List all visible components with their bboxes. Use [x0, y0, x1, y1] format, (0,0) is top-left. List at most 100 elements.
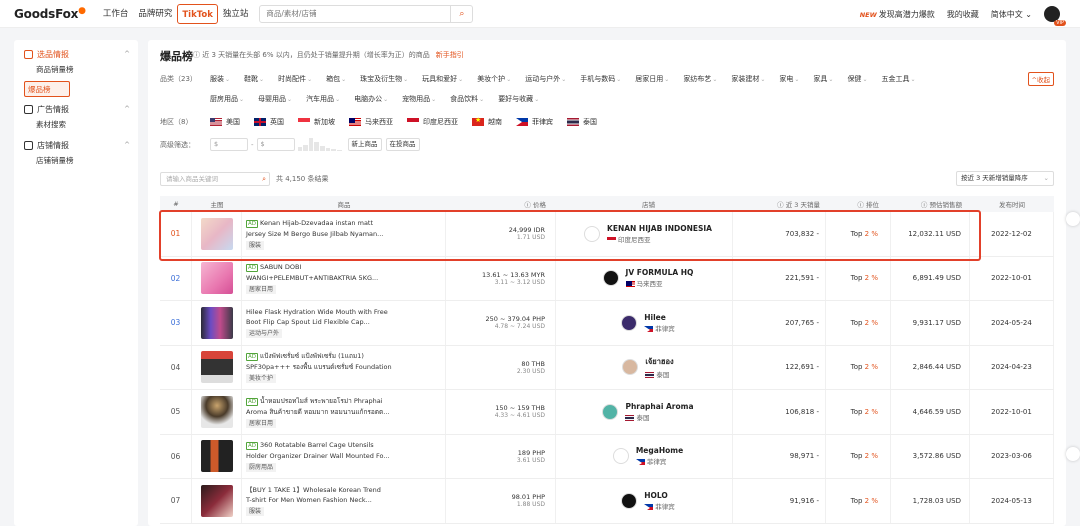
category-option[interactable]: 电脑办公⌄ — [354, 94, 388, 104]
region-option[interactable]: 美国 — [210, 117, 240, 127]
sort-select[interactable]: 按近 3 天新增销量降序 ⌄ — [956, 171, 1054, 186]
category-option[interactable]: 美妆个护⌄ — [477, 74, 511, 84]
product-cell[interactable]: AD น้ำหอมปรอทไมส์ พระพายอโรม่า Phraphai Ar… — [242, 390, 446, 434]
category-option[interactable]: 鞋靴⌄ — [244, 74, 264, 84]
category-option[interactable]: 箱包⌄ — [326, 74, 346, 84]
new-products-chip[interactable]: 新上商品 — [347, 138, 382, 151]
product-thumbnail[interactable] — [200, 484, 233, 517]
sidebar-item-hot-products[interactable]: 爆品榜 — [24, 81, 70, 97]
category-option[interactable]: 运动与户外⌄ — [525, 74, 566, 84]
shop-cell[interactable]: MegaHome 菲律宾 — [556, 434, 733, 478]
price-min-input[interactable]: $ — [210, 138, 248, 151]
shop-cell[interactable]: HOLO 菲律宾 — [556, 479, 733, 523]
category-option[interactable]: 玩具和爱好⌄ — [422, 74, 463, 84]
category-option[interactable]: 汽车用品⌄ — [306, 94, 340, 104]
category-option[interactable]: 手机与数码⌄ — [580, 74, 621, 84]
goodsfox-logo[interactable]: GoodsFox● — [14, 6, 86, 21]
table-row[interactable]: 05 AD น้ำหอมปรอทไมส์ พระพายอโรม่า Phraphai… — [160, 390, 1054, 435]
sidebar-head-ad-intel[interactable]: 广告情报 ^ — [14, 101, 138, 117]
category-option-label: 家具 — [813, 75, 828, 83]
product-thumbnail[interactable] — [200, 351, 233, 384]
sidebar-item-creative-search[interactable]: 素材搜索 — [14, 117, 138, 133]
category-option[interactable]: 要好与收藏⌄ — [498, 94, 539, 104]
chevron-down-icon: ⌄ — [341, 76, 347, 83]
shop-cell[interactable]: เจ้ยาฮอง 泰国 — [556, 345, 733, 389]
sidebar-head-product-intel[interactable]: 选品情报 ^ — [14, 46, 138, 62]
shop-cell[interactable]: KENAN HIJAB INDONESIA 印度尼西亚 — [556, 212, 733, 256]
avatar[interactable]: VIP — [1044, 6, 1066, 26]
category-option[interactable]: 保健⌄ — [847, 74, 867, 84]
sidebar-item-product-sales[interactable]: 商品销量榜 — [14, 62, 138, 78]
region-option[interactable]: 泰国 — [567, 117, 597, 127]
category-option[interactable]: 家装建材⌄ — [731, 74, 765, 84]
region-option[interactable]: 新加坡 — [298, 117, 335, 127]
sg-flag-icon — [298, 118, 310, 126]
region-option[interactable]: 越南 — [472, 116, 502, 127]
category-option[interactable]: 时尚配件⌄ — [278, 74, 312, 84]
category-option[interactable]: 厨房用品⌄ — [210, 94, 244, 104]
category-option[interactable]: 宠物用品⌄ — [402, 94, 436, 104]
region-option[interactable]: 英国 — [254, 117, 284, 127]
shop-cell[interactable]: JV FORMULA HQ 马来西亚 — [556, 256, 733, 300]
table-row[interactable]: 01 AD Kenan Hijab-Dzevadaa instan matt Jers… — [160, 212, 1054, 257]
header-amount[interactable]: ⓘ 预估销售额 — [891, 199, 970, 209]
product-cell[interactable]: 【BUY 1 TAKE 1】Wholesale Korean Trend T-sh… — [242, 479, 446, 523]
sidebar-item-shop-sales[interactable]: 店铺销量榜 — [14, 153, 138, 169]
category-option[interactable]: 服装⌄ — [210, 74, 230, 84]
product-cell[interactable]: AD แป้งพัฟเซรั่มซ์ แป้งพัฟเซรั่ม (1แถม1) S… — [242, 345, 446, 389]
table-row[interactable]: 07 【BUY 1 TAKE 1】Wholesale Korean Trend T-… — [160, 479, 1054, 524]
product-thumbnail[interactable] — [200, 306, 233, 339]
vip-badge: VIP — [1054, 20, 1066, 26]
category-option[interactable]: 居家日用⌄ — [635, 74, 669, 84]
nav-independent-site[interactable]: 独立站 — [218, 4, 254, 24]
product-search-input[interactable]: 请输入商品关键词 ⌕ — [160, 172, 270, 186]
language-select[interactable]: 简体中文 ⌄ — [991, 9, 1032, 20]
page-title: 爆品榜 — [160, 50, 193, 63]
category-option[interactable]: 食品饮料⌄ — [450, 94, 484, 104]
sparkle-float-icon[interactable] — [1066, 212, 1080, 226]
shop-cell[interactable]: Hilee 菲律宾 — [556, 301, 733, 345]
region-option[interactable]: 马来西亚 — [349, 117, 393, 127]
product-cell[interactable]: Hilee Flask Hydration Wide Mouth with Fr… — [242, 301, 446, 345]
nav-workbench[interactable]: 工作台 — [98, 4, 134, 24]
product-thumbnail[interactable] — [200, 262, 233, 295]
header-rank[interactable]: ⓘ 排位 — [826, 199, 891, 209]
favorites-link[interactable]: 我的收藏 — [947, 9, 979, 20]
search-icon[interactable]: ⌕ — [262, 173, 266, 185]
product-title-text: Kenan Hijab-Dzevadaa instan matt — [260, 218, 374, 227]
region-option[interactable]: 菲律宾 — [516, 117, 553, 127]
table-row[interactable]: 02 AD SABUN DOBI WANGI+PELEMBUT+ANTIBAKTRIA… — [160, 256, 1054, 301]
product-thumbnail[interactable] — [200, 395, 233, 428]
product-thumbnail[interactable] — [200, 217, 233, 250]
advertising-products-chip[interactable]: 在投商品 — [385, 138, 420, 151]
price-max-input[interactable]: $ — [256, 138, 295, 151]
discover-link[interactable]: NEW 发现高潜力爆款 — [860, 9, 935, 20]
header-price[interactable]: ⓘ 价格 — [446, 199, 556, 209]
category-option[interactable]: 家纺布艺⌄ — [683, 74, 717, 84]
shop-cell[interactable]: Phraphai Aroma 泰国 — [556, 390, 733, 434]
header-sales[interactable]: ⓘ 近 3 天销量 — [733, 199, 826, 209]
product-cell[interactable]: AD SABUN DOBI WANGI+PELEMBUT+ANTIBAKTRIA 5… — [242, 256, 446, 300]
category-option[interactable]: 母婴用品⌄ — [258, 94, 292, 104]
category-option[interactable]: 珠宝及衍生物⌄ — [360, 74, 408, 84]
product-cell[interactable]: AD Kenan Hijab-Dzevadaa instan matt Jersey… — [242, 212, 446, 256]
product-thumbnail[interactable] — [200, 440, 233, 473]
global-search-input[interactable] — [260, 5, 451, 22]
collapse-button[interactable]: ^收起 — [1027, 72, 1054, 86]
category-option[interactable]: 五金工具⌄ — [881, 74, 915, 84]
shop-name: JV FORMULA HQ — [625, 268, 694, 278]
search-icon[interactable]: ⌕ — [450, 5, 472, 22]
product-cell[interactable]: AD 360 Rotatable Barrel Cage Utensils Hold… — [242, 434, 446, 478]
sidebar-head-shop-intel[interactable]: 店铺情报 ^ — [14, 137, 138, 153]
chat-float-icon[interactable] — [1066, 447, 1080, 461]
price-histogram[interactable] — [297, 138, 342, 151]
table-row[interactable]: 04 AD แป้งพัฟเซรั่มซ์ แป้งพัฟเซรั่ม (1แถม1… — [160, 345, 1054, 390]
guide-link[interactable]: 新手指引 — [436, 51, 464, 59]
table-row[interactable]: 06 AD 360 Rotatable Barrel Cage Utensils Ho… — [160, 434, 1054, 479]
nav-brand-research[interactable]: 品牌研究 — [133, 4, 177, 24]
region-option[interactable]: 印度尼西亚 — [407, 117, 458, 127]
table-row[interactable]: 03 Hilee Flask Hydration Wide Mouth with … — [160, 301, 1054, 346]
category-option[interactable]: 家电⌄ — [779, 74, 799, 84]
category-option[interactable]: 家具⌄ — [813, 74, 833, 84]
nav-tiktok[interactable]: TikTok — [177, 3, 218, 24]
